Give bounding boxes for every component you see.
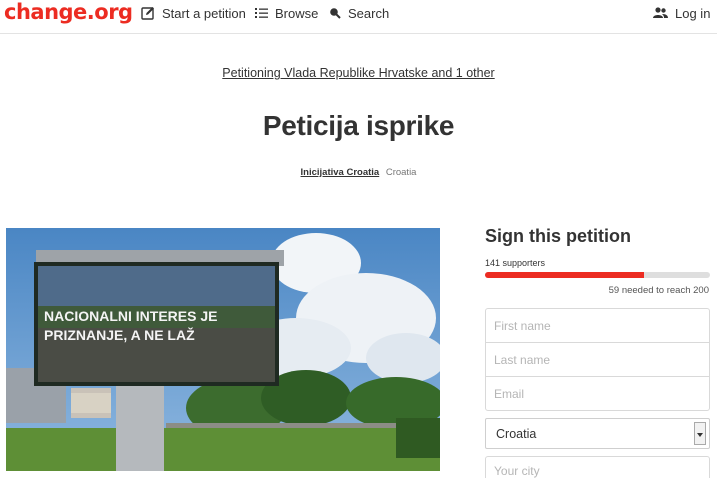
signature-progress-fill bbox=[485, 272, 644, 278]
list-icon bbox=[255, 8, 268, 18]
signatures-needed: 59 needed to reach 200 bbox=[608, 285, 709, 296]
svg-text:NACIONALNI INTERES JE: NACIONALNI INTERES JE bbox=[44, 308, 217, 324]
sign-petition-heading: Sign this petition bbox=[485, 226, 631, 246]
supporters-count: 141 supporters bbox=[485, 258, 546, 268]
edit-icon bbox=[141, 7, 154, 20]
search-icon bbox=[330, 8, 341, 19]
search-link[interactable]: Search bbox=[329, 5, 389, 21]
browse-link[interactable]: Browse bbox=[255, 5, 318, 21]
svg-text:PRIZNANJE, A NE LAŽ: PRIZNANJE, A NE LAŽ bbox=[44, 326, 195, 343]
start-petition-link[interactable]: Start a petition bbox=[141, 5, 246, 21]
petition-author: Inicijativa Croatia Croatia bbox=[0, 167, 717, 178]
change-org-logo[interactable]: change.org bbox=[4, 0, 133, 24]
country-select[interactable]: Croatia bbox=[485, 418, 710, 449]
chevron-down-icon[interactable] bbox=[694, 422, 706, 445]
petition-target-link[interactable]: Petitioning Vlada Republike Hrvatske and… bbox=[0, 66, 717, 80]
login-label: Log in bbox=[675, 5, 711, 21]
author-location: Croatia bbox=[385, 167, 417, 178]
city-field[interactable] bbox=[485, 456, 710, 478]
login-link[interactable]: Log in bbox=[653, 5, 710, 21]
signature-progress-bar bbox=[485, 272, 710, 278]
email-field[interactable] bbox=[485, 376, 710, 411]
last-name-field[interactable] bbox=[485, 342, 710, 377]
author-name-link[interactable]: Inicijativa Croatia bbox=[301, 167, 380, 178]
petition-title: Peticija isprike bbox=[262, 110, 455, 141]
petition-image: NACIONALNI INTERES JE PRIZNANJE, A NE LA… bbox=[6, 228, 440, 471]
first-name-field[interactable] bbox=[485, 308, 710, 343]
start-petition-label: Start a petition bbox=[162, 5, 246, 21]
country-selected-value: Croatia bbox=[496, 427, 537, 441]
top-navigation-bar: change.org Start a petition Browse Searc… bbox=[0, 0, 717, 34]
search-label: Search bbox=[348, 5, 390, 21]
browse-label: Browse bbox=[275, 5, 319, 21]
users-icon bbox=[653, 7, 668, 18]
